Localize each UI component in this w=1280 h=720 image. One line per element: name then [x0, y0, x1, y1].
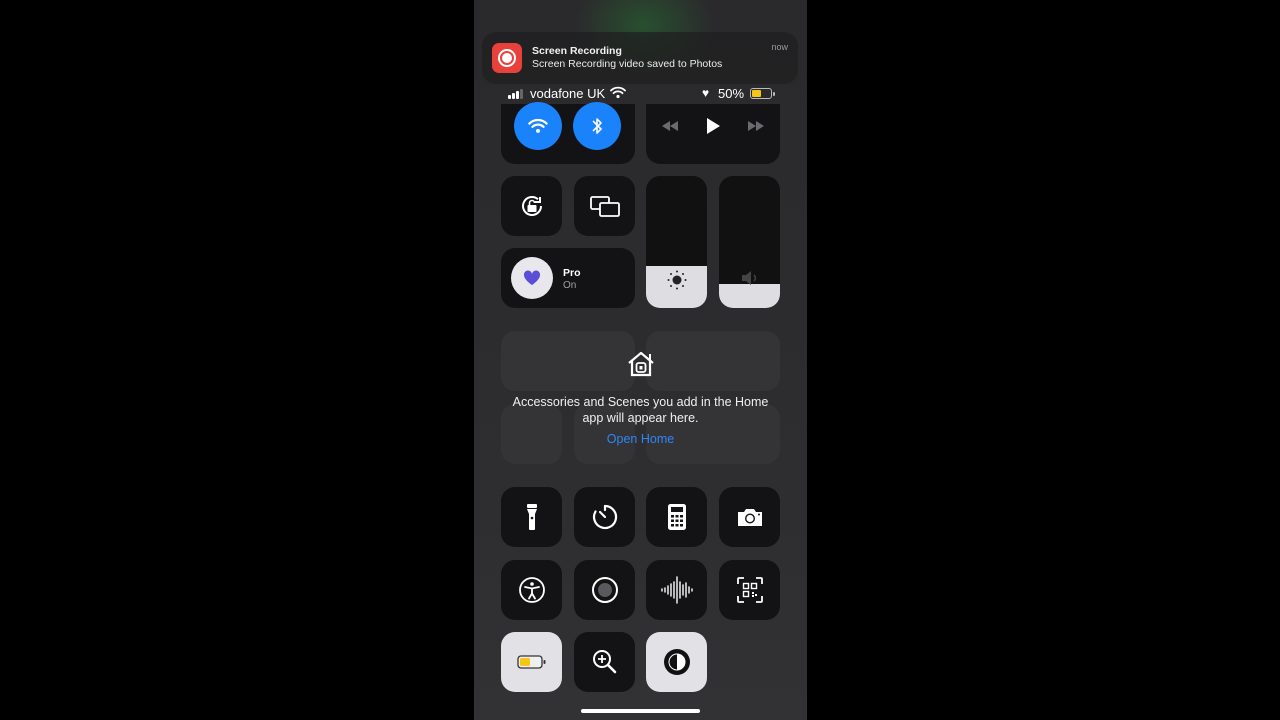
- now-playing-module: [646, 104, 780, 164]
- calculator-icon: [646, 487, 707, 547]
- screen-mirroring-icon: [589, 196, 620, 217]
- wifi-toggle[interactable]: [514, 102, 562, 150]
- record-icon: [574, 560, 635, 620]
- timer-button[interactable]: [574, 487, 635, 547]
- bluetooth-icon: [592, 118, 602, 134]
- home-message-line2: app will appear here.: [582, 411, 699, 425]
- low-power-mode-button[interactable]: [501, 632, 562, 692]
- play-button[interactable]: [703, 116, 723, 136]
- rewind-button[interactable]: [660, 118, 680, 134]
- calculator-button[interactable]: [646, 487, 707, 547]
- status-bar: vodafone UK ♥ 50%: [508, 86, 778, 102]
- focus-status: On: [563, 280, 577, 291]
- camera-icon: [719, 487, 780, 547]
- bluetooth-toggle[interactable]: [573, 102, 621, 150]
- home-indicator[interactable]: [581, 709, 700, 713]
- battery-icon: [750, 88, 775, 99]
- flashlight-button[interactable]: [501, 487, 562, 547]
- magnifier-button[interactable]: [574, 632, 635, 692]
- notification-body: Screen Recording video saved to Photos: [532, 58, 723, 70]
- wifi-status-icon: [610, 86, 626, 102]
- rotation-lock-button[interactable]: [501, 176, 562, 236]
- home-placeholder: [646, 331, 780, 391]
- dark-mode-button[interactable]: [646, 632, 707, 692]
- notification-time: now: [771, 42, 788, 52]
- speaker-icon: [719, 268, 780, 288]
- battery-icon: [501, 632, 562, 692]
- qr-code-icon: [719, 560, 780, 620]
- magnifier-icon: [574, 632, 635, 692]
- voice-memos-button[interactable]: [646, 560, 707, 620]
- focus-label: Pro: [563, 267, 581, 279]
- control-center: Screen Recording Screen Recording video …: [474, 0, 807, 720]
- dark-mode-icon: [646, 632, 707, 692]
- play-icon: [707, 118, 720, 134]
- notification-title: Screen Recording: [532, 45, 622, 57]
- signal-icon: [508, 89, 526, 99]
- home-message-line1: Accessories and Scenes you add in the Ho…: [512, 395, 769, 409]
- home-placeholder: [501, 331, 635, 391]
- rewind-icon: [662, 121, 678, 131]
- sun-icon: [646, 268, 707, 292]
- fast-forward-icon: [748, 121, 764, 131]
- code-scanner-button[interactable]: [719, 560, 780, 620]
- fast-forward-button[interactable]: [746, 118, 766, 134]
- screen-mirroring-button[interactable]: [574, 176, 635, 236]
- screen-recording-icon: [492, 43, 522, 73]
- open-home-link[interactable]: Open Home: [474, 432, 807, 446]
- heart-status-icon: ♥: [702, 86, 710, 100]
- accessibility-icon: [501, 560, 562, 620]
- screen-recording-button[interactable]: [574, 560, 635, 620]
- home-icon: [624, 349, 657, 379]
- carrier-name: vodafone UK: [530, 86, 606, 101]
- camera-button[interactable]: [719, 487, 780, 547]
- timer-icon: [574, 487, 635, 547]
- heart-icon: [523, 270, 541, 285]
- rotation-lock-icon: [521, 196, 542, 216]
- waveform-icon: [646, 560, 707, 620]
- focus-mode-button[interactable]: Pro On: [501, 248, 635, 308]
- notification-banner[interactable]: Screen Recording Screen Recording video …: [482, 32, 798, 84]
- wifi-icon: [528, 118, 548, 133]
- battery-percent: 50%: [718, 86, 745, 101]
- brightness-slider[interactable]: [646, 176, 707, 308]
- connectivity-module: [501, 102, 635, 164]
- flashlight-icon: [501, 487, 562, 547]
- volume-slider[interactable]: [719, 176, 780, 308]
- focus-icon-circle: [511, 257, 553, 299]
- accessibility-button[interactable]: [501, 560, 562, 620]
